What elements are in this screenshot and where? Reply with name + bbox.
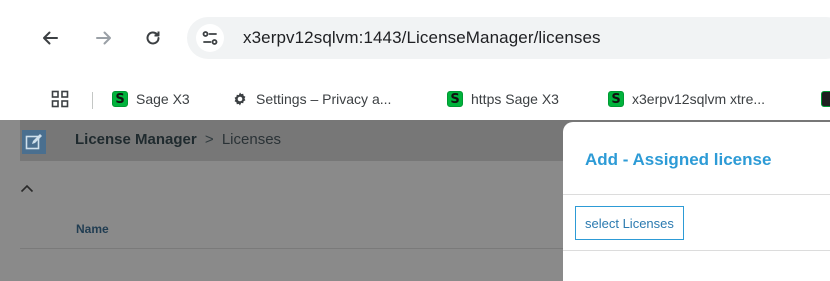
sage-favicon-icon: S [112, 91, 128, 107]
bookmark-label: Settings – Privacy a... [256, 91, 392, 107]
dialog-divider [563, 250, 830, 251]
bookmark-favicon-icon [821, 91, 830, 107]
dialog-divider [563, 194, 830, 195]
app-logo-icon[interactable] [22, 130, 46, 154]
sage-favicon-icon: S [608, 91, 624, 107]
breadcrumb: License Manager > Licenses [75, 131, 281, 148]
apps-grid-icon [51, 90, 69, 108]
select-licenses-button[interactable]: select Licenses [575, 206, 684, 240]
tune-icon [202, 31, 218, 45]
site-info-button[interactable] [196, 24, 224, 52]
reload-button[interactable] [139, 24, 167, 52]
collapse-button[interactable] [20, 180, 34, 198]
bookmarks-separator [92, 92, 93, 109]
reload-icon [146, 31, 160, 45]
url-text[interactable]: x3erpv12sqlvm:1443/LicenseManager/licens… [243, 28, 601, 48]
forward-button[interactable] [90, 24, 118, 52]
bookmark-label: https Sage X3 [471, 91, 559, 107]
back-button[interactable] [36, 24, 64, 52]
column-header-name[interactable]: Name [76, 222, 109, 236]
arrow-right-icon [96, 31, 111, 45]
breadcrumb-root[interactable]: License Manager [75, 131, 197, 148]
address-bar[interactable]: x3erpv12sqlvm:1443/LicenseManager/licens… [187, 17, 830, 59]
breadcrumb-current: Licenses [221, 131, 282, 148]
bookmark-https-sage-x3[interactable]: S https Sage X3 [447, 88, 559, 110]
add-assigned-license-dialog: Add - Assigned license select Licenses [563, 122, 830, 281]
bookmark-label: x3erpv12sqlvm xtre... [632, 91, 766, 107]
bookmark-overflow[interactable] [821, 88, 830, 110]
bookmark-sage-x3[interactable]: S Sage X3 [112, 88, 190, 110]
breadcrumb-separator: > [204, 131, 214, 148]
sage-favicon-icon: S [447, 91, 463, 107]
arrow-left-icon [43, 31, 58, 45]
bookmarks-bar: S Sage X3 Settings – Privacy a... S http… [0, 78, 830, 120]
apps-button[interactable] [51, 90, 69, 113]
bookmark-settings-privacy[interactable]: Settings – Privacy a... [232, 88, 391, 110]
dialog-title: Add - Assigned license [585, 150, 772, 169]
chevron-up-icon [20, 184, 34, 193]
edit-icon [25, 134, 42, 150]
gear-icon [234, 92, 246, 106]
bookmark-label: Sage X3 [136, 91, 190, 107]
browser-toolbar: x3erpv12sqlvm:1443/LicenseManager/licens… [0, 0, 830, 78]
bookmark-x3erpv12sqlvm[interactable]: S x3erpv12sqlvm xtre... [608, 88, 765, 110]
